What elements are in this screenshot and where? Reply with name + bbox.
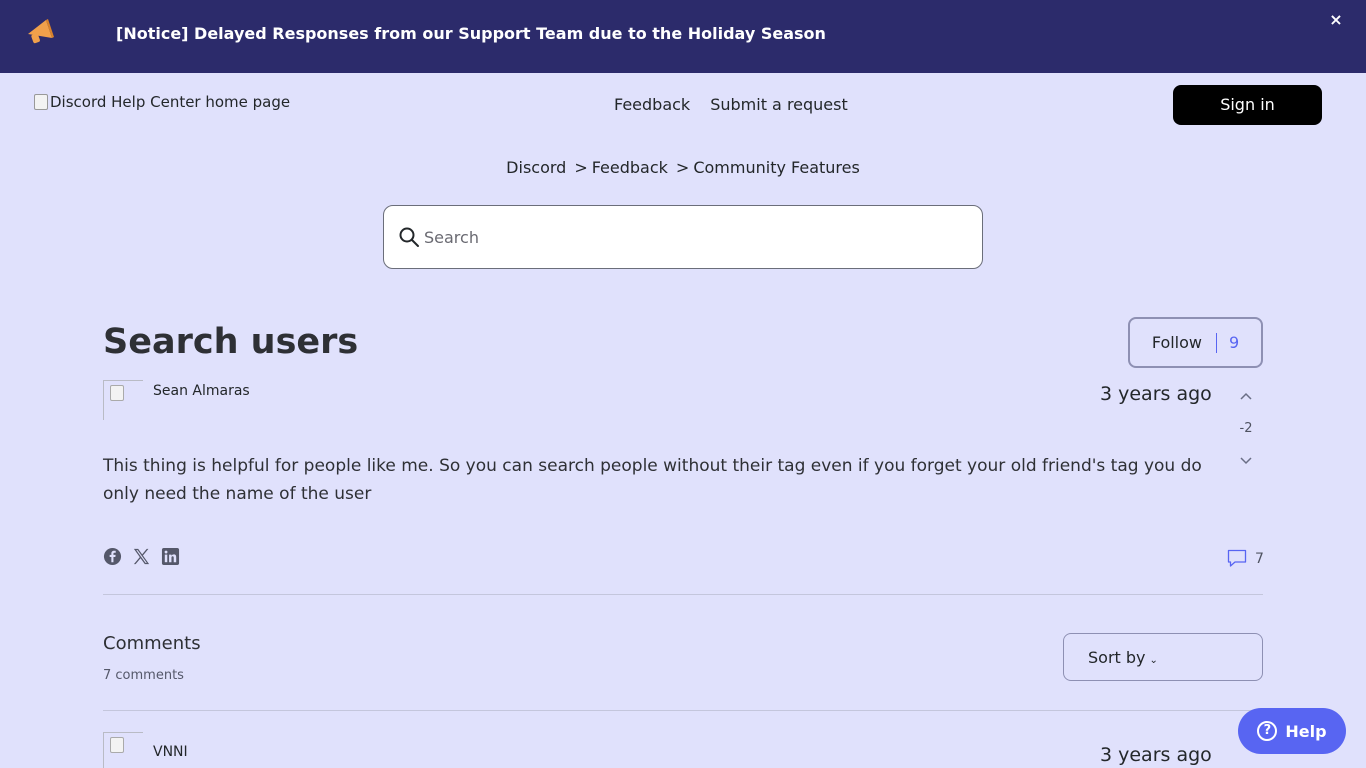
breadcrumb-community-features[interactable]: Community Features [693, 158, 859, 177]
comment-count: 7 [1255, 550, 1264, 567]
post-body: This thing is helpful for people like me… [103, 456, 1202, 504]
logo-alt-text: Discord Help Center home page [50, 93, 291, 111]
top-nav: Feedback Submit a request [614, 95, 848, 114]
chevron-down-icon: ⌄ [1149, 655, 1158, 666]
breadcrumb-separator: > [574, 158, 588, 177]
linkedin-icon[interactable] [161, 547, 180, 566]
sign-in-button[interactable]: Sign in [1173, 85, 1322, 125]
divider [103, 594, 1263, 595]
breadcrumb-feedback[interactable]: Feedback [592, 158, 668, 177]
question-icon: ? [1257, 721, 1278, 741]
follow-count: 9 [1229, 333, 1240, 352]
breadcrumb-separator: > [675, 158, 690, 177]
notice-text: [Notice] Delayed Responses from our Supp… [116, 24, 826, 43]
sort-by-dropdown[interactable]: Sort by ⌄ [1063, 633, 1263, 681]
follow-label: Follow [1151, 333, 1202, 352]
comment-time: 3 years ago [1100, 744, 1212, 766]
x-twitter-icon[interactable] [132, 547, 151, 566]
notice-banner: [Notice] Delayed Responses from our Supp… [0, 0, 1366, 73]
megaphone-icon [28, 19, 54, 44]
comments-heading: Comments [103, 633, 201, 654]
vote-count: -2 [1239, 421, 1253, 436]
broken-image-icon [34, 94, 48, 110]
share-links [103, 547, 180, 566]
search-input[interactable] [424, 222, 964, 252]
home-logo-link[interactable]: Discord Help Center home page [34, 93, 290, 111]
facebook-icon[interactable] [103, 547, 122, 566]
follow-button[interactable]: Follow 9 [1128, 317, 1263, 368]
nav-submit-request-link[interactable]: Submit a request [710, 95, 848, 114]
comment-bubble-icon [1227, 549, 1247, 567]
sort-by-label: Sort by [1088, 648, 1146, 667]
post-time: 3 years ago [1100, 383, 1212, 405]
divider [103, 710, 1263, 711]
avatar[interactable] [103, 732, 143, 768]
header: Discord Help Center home page Feedback S… [0, 73, 1366, 137]
search-box [383, 205, 983, 269]
downvote-icon[interactable] [1236, 453, 1256, 469]
page-title: Search users [103, 322, 359, 362]
breadcrumb: Discord > Feedback > Community Features [0, 158, 1366, 177]
comment-count-link[interactable]: 7 [1227, 549, 1264, 568]
upvote-icon[interactable] [1236, 388, 1256, 404]
post-author[interactable]: Sean Almaras [153, 383, 250, 399]
nav-feedback-link[interactable]: Feedback [614, 95, 690, 114]
breadcrumb-discord[interactable]: Discord [506, 158, 566, 177]
help-label: Help [1285, 721, 1327, 741]
search-icon [399, 227, 419, 247]
comment-author[interactable]: VNNI [153, 744, 188, 760]
avatar[interactable] [103, 380, 143, 420]
comments-count: 7 comments [103, 668, 184, 683]
follow-divider [1216, 332, 1217, 353]
help-button[interactable]: ? Help [1238, 708, 1346, 754]
close-notice-button[interactable]: × [1326, 10, 1346, 30]
